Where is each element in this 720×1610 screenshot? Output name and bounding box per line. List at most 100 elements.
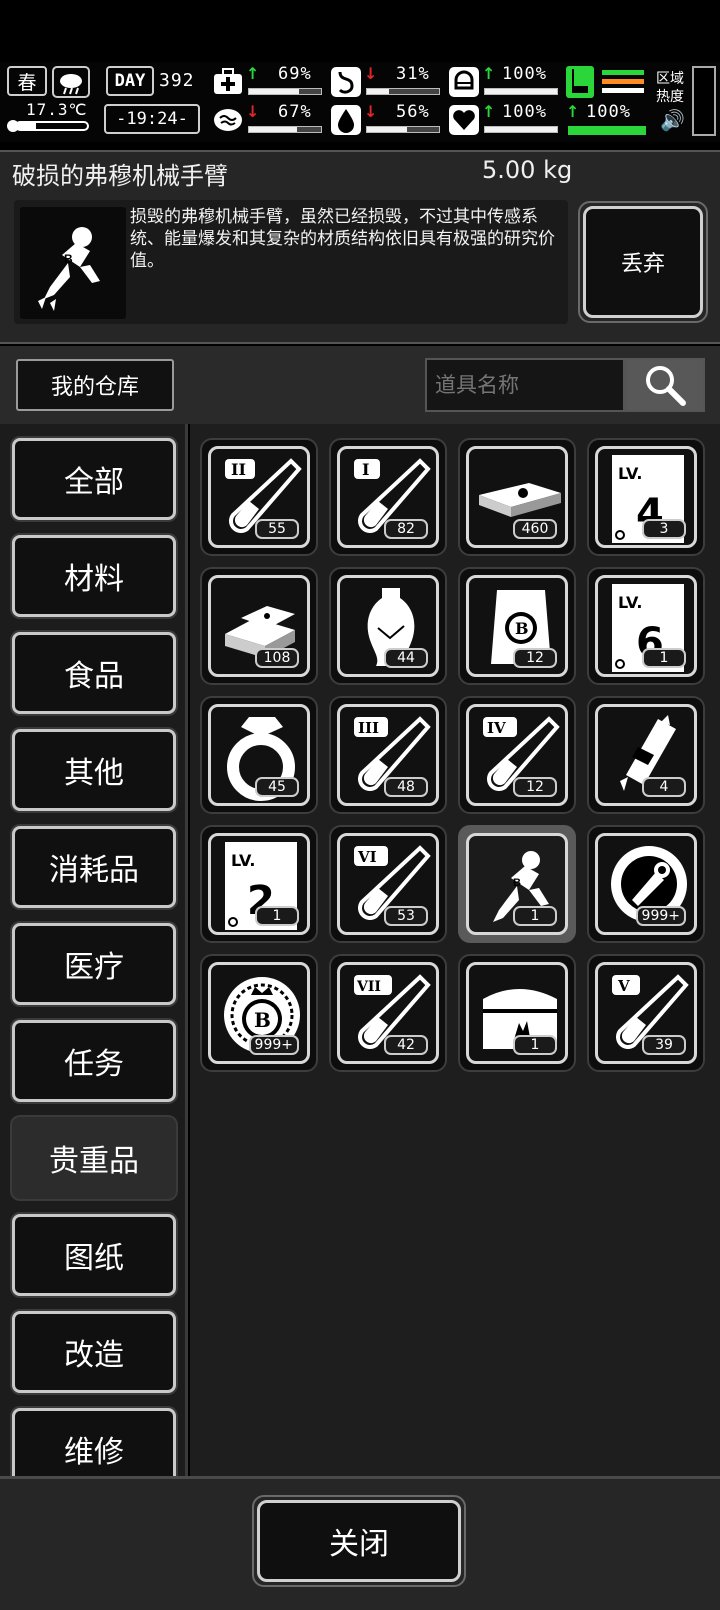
item-count: 12: [513, 648, 557, 668]
category-consumables[interactable]: 消耗品: [12, 826, 176, 908]
svg-text:I: I: [362, 460, 369, 479]
heart-icon: [448, 104, 480, 136]
svg-text:B: B: [513, 877, 521, 889]
stat-health: ↑ 69%: [212, 64, 322, 100]
item-slot-selected[interactable]: B 1: [458, 825, 576, 943]
category-food[interactable]: 食品: [12, 632, 176, 714]
svg-text:LV.: LV.: [618, 593, 642, 612]
item-count: 42: [384, 1035, 428, 1055]
category-label: 其他: [64, 756, 124, 791]
item-slot[interactable]: LV. 2 1: [200, 825, 318, 943]
tab-my-warehouse-label: 我的仓库: [50, 375, 139, 400]
day-label: DAY: [106, 66, 154, 96]
season-badge: 春: [7, 66, 47, 96]
search-input[interactable]: [425, 358, 625, 412]
item-weight: 5.00 kg: [482, 156, 573, 184]
trend-up-icon: ↑: [246, 64, 260, 83]
category-materials[interactable]: 材料: [12, 535, 176, 617]
item-slot[interactable]: 1: [458, 954, 576, 1072]
close-label: 关闭: [329, 1527, 389, 1562]
search-button[interactable]: [625, 358, 705, 412]
svg-text:VII: VII: [356, 979, 381, 995]
item-slot[interactable]: 4: [587, 696, 705, 814]
category-label: 贵重品: [49, 1144, 139, 1179]
clock-text: -19:24-: [116, 109, 188, 129]
stat-mind: ↓ 67%: [212, 102, 322, 138]
category-label: 食品: [64, 659, 124, 694]
stat-thirst: ↓ 56%: [330, 102, 440, 138]
item-slot[interactable]: IV 12: [458, 696, 576, 814]
item-count: 4: [642, 777, 686, 797]
discard-button[interactable]: 丢弃: [583, 206, 703, 318]
heart-value: 100%: [502, 102, 547, 122]
trend-down-icon: ↓: [364, 64, 378, 83]
item-slot[interactable]: VII 42: [329, 954, 447, 1072]
mind-value: 67%: [278, 102, 312, 122]
item-count: 48: [384, 777, 428, 797]
svg-text:III: III: [358, 719, 379, 737]
item-slot[interactable]: 108: [200, 567, 318, 685]
zone-heat-label: 区域热度: [656, 71, 684, 105]
category-modification[interactable]: 改造: [12, 1311, 176, 1393]
thermometer-icon: [6, 118, 90, 132]
health-bar: [248, 88, 322, 95]
item-slot[interactable]: I 82: [329, 438, 447, 556]
item-count: 460: [513, 519, 557, 539]
category-valuables[interactable]: 贵重品: [12, 1117, 176, 1199]
stat-armor: ↑ 100%: [448, 64, 558, 100]
trend-up-icon: ↑: [482, 102, 496, 121]
category-sidebar[interactable]: 全部 材料 食品 其他 消耗品 医疗 任务 贵重品 图纸 改造 维修: [0, 424, 188, 1476]
item-slot[interactable]: 460: [458, 438, 576, 556]
item-count: 999+: [248, 1035, 299, 1055]
stat-heart: ↑ 100%: [448, 102, 558, 138]
item-slot[interactable]: V 39: [587, 954, 705, 1072]
item-title: 破损的弗穆机械手臂: [12, 162, 228, 190]
item-slot[interactable]: B 12: [458, 567, 576, 685]
item-count: 999+: [635, 906, 686, 926]
category-other[interactable]: 其他: [12, 729, 176, 811]
season-label: 春: [17, 71, 37, 94]
svg-text:B: B: [64, 252, 73, 266]
category-blueprints[interactable]: 图纸: [12, 1214, 176, 1296]
item-slot[interactable]: 999+: [587, 825, 705, 943]
discard-label: 丢弃: [620, 252, 665, 277]
tab-my-warehouse[interactable]: 我的仓库: [16, 359, 174, 411]
item-slot[interactable]: LV. 4 3: [587, 438, 705, 556]
stamina-stripes: [602, 70, 644, 94]
svg-text:B: B: [254, 1008, 271, 1032]
broken-robot-arm-icon: B: [20, 207, 126, 319]
category-label: 任务: [64, 1047, 124, 1082]
trend-down-icon: ↓: [364, 102, 378, 121]
close-button[interactable]: 关闭: [257, 1500, 461, 1582]
stat-hunger: ↓ 31%: [330, 64, 440, 100]
category-label: 改造: [64, 1338, 124, 1373]
hunger-bar: [366, 88, 440, 95]
sound-icon[interactable]: 🔊: [660, 108, 685, 132]
stomach-icon: [330, 66, 362, 98]
item-slot[interactable]: II 55: [200, 438, 318, 556]
stamina-bar: [568, 126, 646, 135]
item-slot[interactable]: 44: [329, 567, 447, 685]
category-all[interactable]: 全部: [12, 438, 176, 520]
hunger-value: 31%: [396, 64, 430, 84]
category-quest[interactable]: 任务: [12, 1020, 176, 1102]
item-count: 39: [642, 1035, 686, 1055]
svg-text:VI: VI: [357, 848, 377, 866]
item-slot[interactable]: B 999+: [200, 954, 318, 1072]
trend-down-icon: ↓: [246, 102, 260, 121]
item-count: 12: [513, 777, 557, 797]
item-slot[interactable]: III 48: [329, 696, 447, 814]
item-description: 损毁的弗穆机械手臂，虽然已经损毁，不过其中传感系统、能量爆发和其复杂的材质结构依…: [130, 207, 555, 271]
category-repair[interactable]: 维修: [12, 1408, 176, 1476]
item-count: 1: [642, 648, 686, 668]
thirst-bar: [366, 126, 440, 133]
svg-text:V: V: [617, 977, 630, 995]
item-slot[interactable]: 45: [200, 696, 318, 814]
svg-text:II: II: [231, 460, 246, 479]
category-label: 维修: [64, 1435, 124, 1470]
water-drop-icon: [330, 104, 362, 136]
medkit-icon: [212, 66, 244, 98]
item-slot[interactable]: VI 53: [329, 825, 447, 943]
item-slot[interactable]: LV. 6 1: [587, 567, 705, 685]
category-medical[interactable]: 医疗: [12, 923, 176, 1005]
